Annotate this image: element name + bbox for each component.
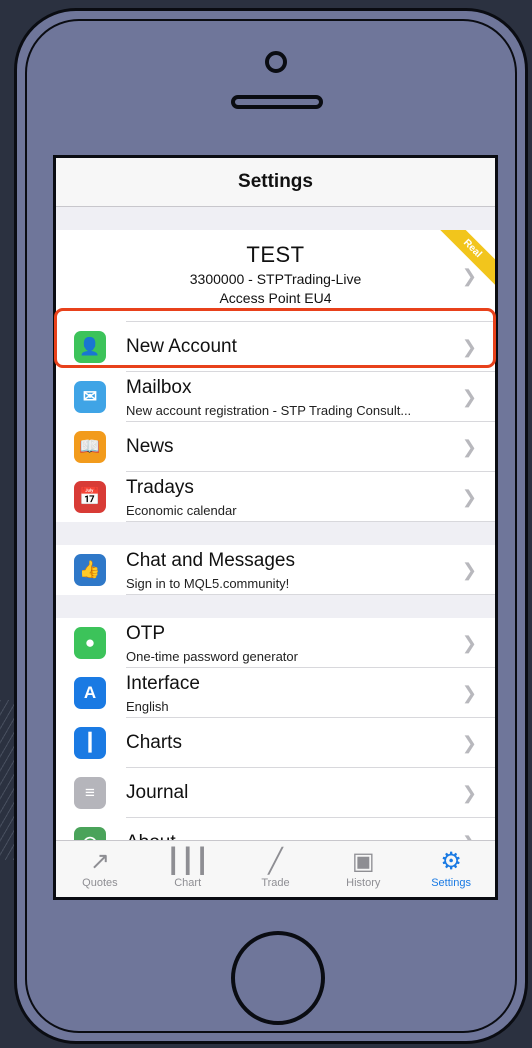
settings-item-title: Charts xyxy=(126,732,182,753)
keyhole-icon: ● xyxy=(74,627,106,659)
inbox-icon: ▣ xyxy=(351,848,375,875)
settings-item-otp[interactable]: ● OTP One-time password generator ❯ xyxy=(56,618,495,668)
tab-quotes[interactable]: ↗ Quotes xyxy=(56,841,144,897)
chevron-right-icon: ❯ xyxy=(461,437,477,457)
tab-trade[interactable]: ╱ Trade xyxy=(232,841,320,897)
chevron-right-icon: ❯ xyxy=(461,266,477,286)
tab-bar: ↗ Quotes ┃┃┃ Chart ╱ Trade ▣ History ⚙ Settings xyxy=(56,840,495,897)
settings-item-subtitle: One-time password generator xyxy=(126,649,298,664)
trade-line-icon: ╱ xyxy=(268,848,283,875)
section-gap xyxy=(56,522,495,545)
tab-label: Settings xyxy=(431,877,471,889)
quotes-arrows-icon: ↗ xyxy=(89,848,110,875)
section-gap xyxy=(56,595,495,618)
book-icon: 📖 xyxy=(74,431,106,463)
settings-item-about[interactable]: ◎About❯ xyxy=(56,818,495,841)
preferences-group: ● OTP One-time password generator ❯ A Interfa… xyxy=(56,618,495,841)
settings-item-journal[interactable]: ≡ Journal ❯ xyxy=(56,768,495,818)
tab-history[interactable]: ▣ History xyxy=(319,841,407,897)
community-group: 👍 Chat and Messages Sign in to MQL5.commun… xyxy=(56,545,495,595)
settings-item-title: Journal xyxy=(126,782,189,803)
chevron-right-icon: ❯ xyxy=(461,683,477,703)
chevron-right-icon: ❯ xyxy=(461,633,477,653)
translate-icon: A xyxy=(74,677,106,709)
account-group: TEST 3300000 - STPTrading-Live Access Po… xyxy=(56,230,495,522)
tab-settings[interactable]: ⚙ Settings xyxy=(407,841,495,897)
phone-screen: Settings TEST 3300000 - STPTrading-Live … xyxy=(53,155,498,900)
account-server: 3300000 - STPTrading-Live xyxy=(189,271,362,287)
section-gap xyxy=(56,207,495,230)
settings-item-title: OTP xyxy=(126,623,166,644)
settings-item-mailbox[interactable]: ✉ Mailbox New account registration - STP T… xyxy=(56,372,495,422)
globe-icon: ◎ xyxy=(74,827,106,841)
thumbs-up-icon: 👍 xyxy=(74,554,106,586)
home-button[interactable] xyxy=(231,931,325,1025)
tab-label: Chart xyxy=(174,877,202,889)
tab-label: Quotes xyxy=(82,877,118,889)
settings-item-chat-and-messages[interactable]: 👍 Chat and Messages Sign in to MQL5.commun… xyxy=(56,545,495,595)
new-account-highlight xyxy=(54,308,496,368)
settings-item-news[interactable]: 📖 News ❯ xyxy=(56,422,495,472)
divider xyxy=(126,521,495,522)
settings-item-subtitle: Economic calendar xyxy=(126,503,237,518)
chevron-right-icon: ❯ xyxy=(461,783,477,803)
settings-item-title: Mailbox xyxy=(126,377,192,398)
settings-item-title: Tradays xyxy=(126,477,194,498)
chevron-right-icon: ❯ xyxy=(461,560,477,580)
settings-item-subtitle: Sign in to MQL5.community! xyxy=(126,576,290,591)
mail-icon: ✉ xyxy=(74,381,106,413)
chevron-right-icon: ❯ xyxy=(461,387,477,407)
calendar-icon: 📅 xyxy=(74,481,106,513)
account-name: TEST xyxy=(246,242,305,267)
tab-label: History xyxy=(346,877,381,889)
document-icon: ≡ xyxy=(74,777,106,809)
page-title: Settings xyxy=(56,158,495,207)
earpiece-speaker xyxy=(231,95,323,109)
settings-item-subtitle: New account registration - STP Trading C… xyxy=(126,403,412,418)
front-camera xyxy=(265,51,287,73)
chart-candles-icon: ┃┃┃ xyxy=(166,848,210,875)
settings-item-subtitle: English xyxy=(126,699,169,714)
chevron-right-icon: ❯ xyxy=(461,733,477,753)
settings-item-title: Chat and Messages xyxy=(126,550,295,571)
settings-item-title: News xyxy=(126,436,174,457)
settings-list[interactable]: TEST 3300000 - STPTrading-Live Access Po… xyxy=(56,207,495,841)
settings-item-interface[interactable]: A Interface English ❯ xyxy=(56,668,495,718)
gear-icon: ⚙ xyxy=(440,848,462,875)
account-access-point: Access Point EU4 xyxy=(219,290,332,306)
tab-label: Trade xyxy=(261,877,290,889)
settings-item-tradays[interactable]: 📅 Tradays Economic calendar ❯ xyxy=(56,472,495,522)
candlestick-icon: ┃ xyxy=(74,727,106,759)
chevron-right-icon: ❯ xyxy=(461,487,477,507)
settings-item-title: Interface xyxy=(126,673,200,694)
settings-item-charts[interactable]: ┃ Charts ❯ xyxy=(56,718,495,768)
divider xyxy=(126,594,495,595)
tab-chart[interactable]: ┃┃┃ Chart xyxy=(144,841,232,897)
